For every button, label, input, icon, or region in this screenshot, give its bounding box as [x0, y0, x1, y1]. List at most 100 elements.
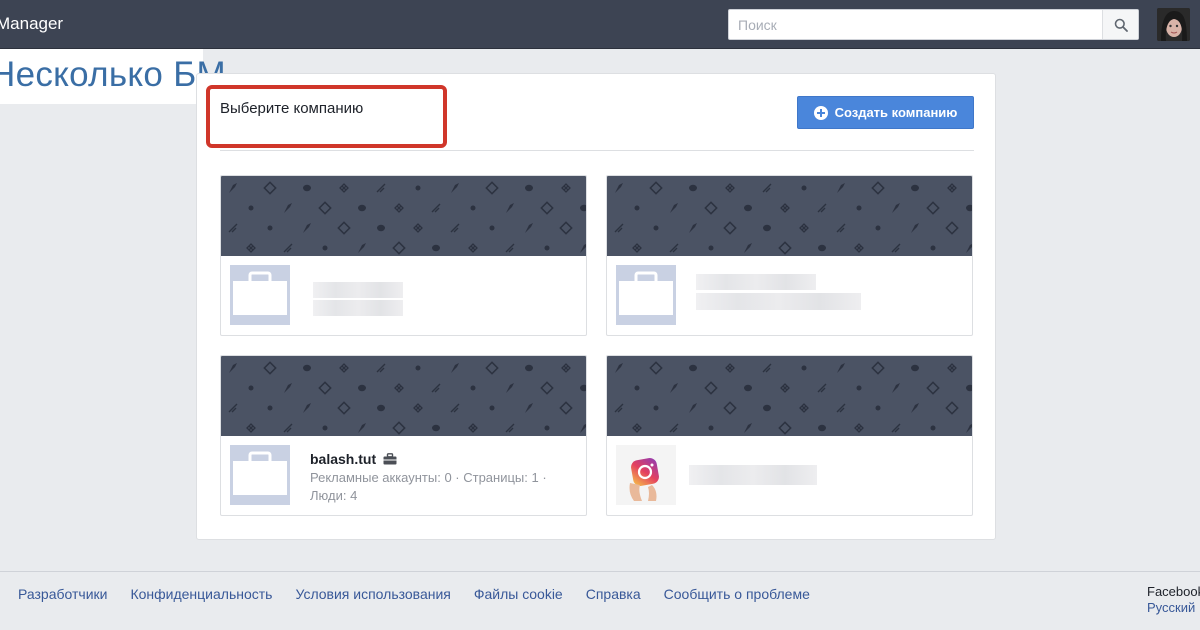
pattern-shape — [470, 205, 476, 211]
pattern-shape — [413, 223, 423, 233]
pattern-shape — [670, 383, 678, 393]
pattern-shape — [318, 201, 332, 215]
pattern-shape — [358, 384, 366, 392]
pattern-shape — [669, 423, 679, 433]
business-card[interactable] — [606, 175, 973, 336]
footer-divider — [0, 571, 1200, 572]
pattern-shape — [871, 181, 885, 195]
pattern-shape — [744, 423, 752, 433]
pattern-shape — [228, 223, 238, 233]
pattern-shape — [704, 201, 718, 215]
pattern-shape — [468, 423, 478, 433]
footer-brand-block: Facebook Русский — [1147, 584, 1200, 616]
pattern-shape — [653, 405, 659, 411]
pattern-shape — [450, 403, 460, 413]
pattern-shape — [723, 221, 737, 235]
pattern-shape — [780, 383, 790, 393]
search-box[interactable] — [728, 9, 1139, 40]
pattern-shape — [561, 183, 571, 193]
user-avatar[interactable] — [1157, 8, 1190, 41]
pattern-shape — [376, 183, 386, 193]
pattern-shape — [392, 241, 406, 255]
pattern-shape — [778, 241, 792, 255]
pattern-shape — [653, 225, 659, 231]
pattern-shape — [892, 203, 900, 213]
pattern-shape — [392, 421, 406, 435]
pattern-shape — [708, 245, 714, 251]
search-icon — [1114, 18, 1128, 32]
pattern-shape — [485, 181, 499, 195]
business-card[interactable] — [220, 175, 587, 336]
pattern-shape — [911, 223, 919, 233]
business-card[interactable]: balash.tut Рекламные аккаунты: 0 · Стран… — [220, 355, 587, 516]
card-banner — [221, 356, 586, 436]
pattern-shape — [966, 424, 972, 433]
pattern-shape — [966, 384, 972, 392]
business-card[interactable] — [606, 355, 973, 516]
redacted-name — [313, 282, 403, 298]
pattern-shape — [945, 221, 959, 235]
pattern-shape — [544, 425, 550, 431]
pattern-shape — [318, 381, 332, 395]
footer-language[interactable]: Русский — [1147, 600, 1200, 616]
pattern-shape — [468, 243, 478, 253]
pattern-shape — [762, 183, 772, 193]
pattern-shape — [525, 364, 533, 372]
pattern-shape — [506, 383, 514, 393]
card-banner — [221, 176, 586, 256]
pattern-shape — [377, 404, 385, 412]
pattern-shape — [246, 243, 256, 253]
pattern-shape — [818, 244, 826, 252]
pattern-shape — [854, 243, 864, 253]
footer-link-privacy[interactable]: Конфиденциальность — [130, 586, 272, 602]
pattern-shape — [817, 383, 827, 393]
pattern-shape — [267, 405, 273, 411]
overlay-text: Несколько БМ — [0, 55, 226, 94]
business-meta: Рекламные аккаунты: 0 · Страницы: 1 · Лю… — [310, 470, 547, 503]
briefcase-icon — [233, 271, 287, 315]
pattern-shape — [322, 425, 328, 431]
pattern-shape — [689, 223, 697, 233]
footer-link-report-problem[interactable]: Сообщить о проблеме — [664, 586, 810, 602]
pattern-shape — [926, 201, 940, 215]
business-profile-photo — [616, 445, 676, 505]
pattern-shape — [283, 423, 293, 433]
create-business-button[interactable]: Создать компанию — [797, 96, 974, 129]
footer-link-terms[interactable]: Условия использования — [295, 586, 450, 602]
pattern-icon — [228, 361, 586, 435]
pattern-shape — [358, 204, 366, 212]
briefcase-icon — [619, 271, 673, 315]
pattern-shape — [875, 225, 881, 231]
footer-link-help[interactable]: Справка — [586, 586, 641, 602]
footer-link-developers[interactable]: Разработчики — [18, 586, 107, 602]
pattern-shape — [854, 423, 864, 433]
pattern-shape — [415, 185, 421, 191]
pattern-shape — [614, 223, 624, 233]
pattern-shape — [580, 384, 586, 392]
pattern-shape — [911, 364, 919, 372]
pattern-icon — [228, 181, 586, 255]
pattern-shape — [892, 383, 900, 393]
pattern-shape — [926, 381, 940, 395]
pattern-shape — [891, 423, 901, 433]
pattern-shape — [303, 403, 311, 413]
card-banner — [607, 176, 972, 256]
search-input[interactable] — [729, 10, 1102, 39]
app-title[interactable]: Manager — [0, 14, 63, 34]
pattern-shape — [966, 244, 972, 253]
pattern-shape — [337, 401, 351, 415]
pattern-shape — [485, 361, 499, 375]
briefcase-icon — [383, 453, 397, 465]
pattern-shape — [415, 365, 421, 371]
search-button[interactable] — [1102, 10, 1138, 39]
pattern-shape — [559, 221, 573, 235]
pattern-shape — [358, 243, 366, 253]
pattern-shape — [634, 385, 640, 391]
plus-circle-icon — [813, 105, 828, 120]
pattern-shape — [525, 223, 533, 233]
pattern-shape — [489, 225, 495, 231]
business-picker-panel: Выберите компанию Создать компанию balas… — [196, 73, 996, 540]
pattern-shape — [725, 363, 735, 373]
footer-link-cookies[interactable]: Файлы cookie — [474, 586, 563, 602]
highlight-box — [206, 85, 447, 148]
